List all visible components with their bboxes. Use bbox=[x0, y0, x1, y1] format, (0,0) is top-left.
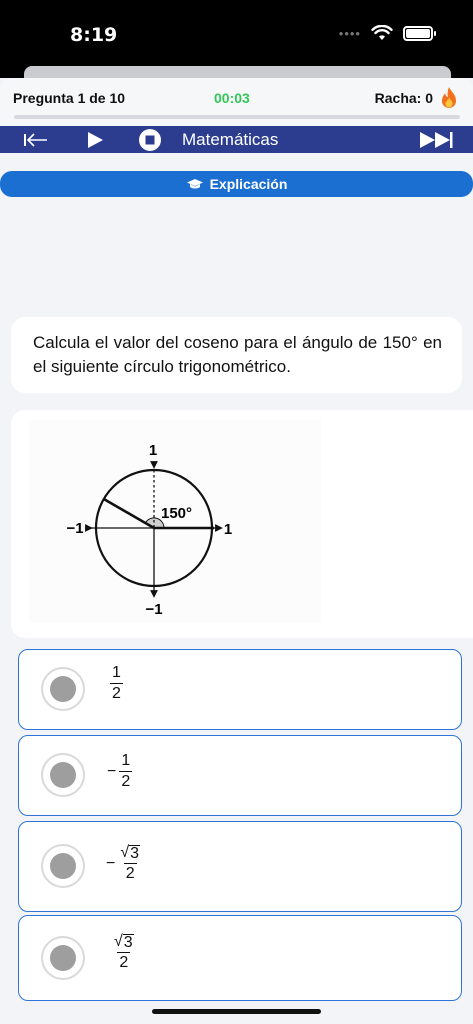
option-denominator: 2 bbox=[119, 771, 133, 790]
answer-option-4[interactable]: √ 3 2 bbox=[18, 915, 462, 1001]
answer-option-2[interactable]: − 1 2 bbox=[18, 735, 462, 816]
signal-dots: •••• bbox=[338, 25, 361, 41]
axis-label-left: −1 bbox=[66, 520, 83, 537]
option-sign: − bbox=[106, 854, 116, 872]
timer: 00:03 bbox=[214, 90, 250, 106]
axis-label-right: 1 bbox=[224, 521, 232, 538]
option-denominator: 2 bbox=[123, 863, 137, 882]
status-icons: •••• bbox=[338, 25, 436, 41]
stop-icon[interactable] bbox=[137, 126, 163, 153]
option-denominator: 2 bbox=[117, 952, 131, 971]
quiz-header: Pregunta 1 de 10 00:03 Racha: 0 bbox=[0, 78, 473, 126]
play-icon[interactable] bbox=[84, 126, 106, 153]
question-card: Calcula el valor del coseno para el ángu… bbox=[11, 317, 462, 393]
question-text: Calcula el valor del coseno para el ángu… bbox=[33, 333, 442, 376]
figure-card: 1 −1 −1 1 150° bbox=[11, 410, 473, 638]
answer-option-3[interactable]: − √ 3 2 bbox=[18, 821, 462, 912]
home-indicator bbox=[152, 1009, 321, 1014]
subject-title: Matemáticas bbox=[182, 130, 279, 149]
question-counter: Pregunta 1 de 10 bbox=[13, 90, 126, 106]
toolbar: Matemáticas bbox=[0, 126, 473, 153]
graduation-cap-icon bbox=[186, 179, 203, 189]
exit-icon[interactable] bbox=[22, 126, 50, 153]
option-numerator: 1 bbox=[121, 752, 131, 769]
option-radicand: 3 bbox=[122, 934, 134, 951]
unit-circle-figure: 1 −1 −1 1 150° bbox=[29, 420, 321, 622]
option-math: √ 3 2 bbox=[114, 933, 134, 971]
angle-label: 150° bbox=[161, 505, 192, 522]
radio-button[interactable] bbox=[41, 753, 85, 797]
radio-button[interactable] bbox=[41, 667, 85, 711]
answer-option-1[interactable]: 12 bbox=[18, 649, 462, 730]
option-numerator: 1 bbox=[112, 664, 121, 681]
option-math: − √ 3 2 bbox=[106, 844, 141, 882]
fire-icon bbox=[442, 87, 456, 108]
option-radicand: 3 bbox=[129, 845, 141, 862]
option-denominator: 2 bbox=[110, 683, 123, 702]
battery-icon bbox=[403, 25, 436, 41]
wifi-icon bbox=[371, 25, 393, 40]
radio-button[interactable] bbox=[41, 936, 85, 980]
progress-bar bbox=[14, 115, 460, 119]
radio-button[interactable] bbox=[41, 844, 85, 888]
explanation-button[interactable]: Explicación bbox=[0, 171, 473, 197]
option-sign: − bbox=[107, 762, 117, 780]
option-math: 12 bbox=[107, 664, 125, 703]
fast-forward-icon[interactable] bbox=[418, 126, 454, 153]
streak-label: Racha: 0 bbox=[374, 90, 433, 106]
option-math: − 1 2 bbox=[107, 752, 134, 791]
axis-label-bottom: −1 bbox=[145, 601, 162, 618]
status-time: 8:19 bbox=[70, 24, 118, 46]
axis-label-top: 1 bbox=[149, 442, 157, 459]
explanation-label: Explicación bbox=[209, 176, 288, 192]
